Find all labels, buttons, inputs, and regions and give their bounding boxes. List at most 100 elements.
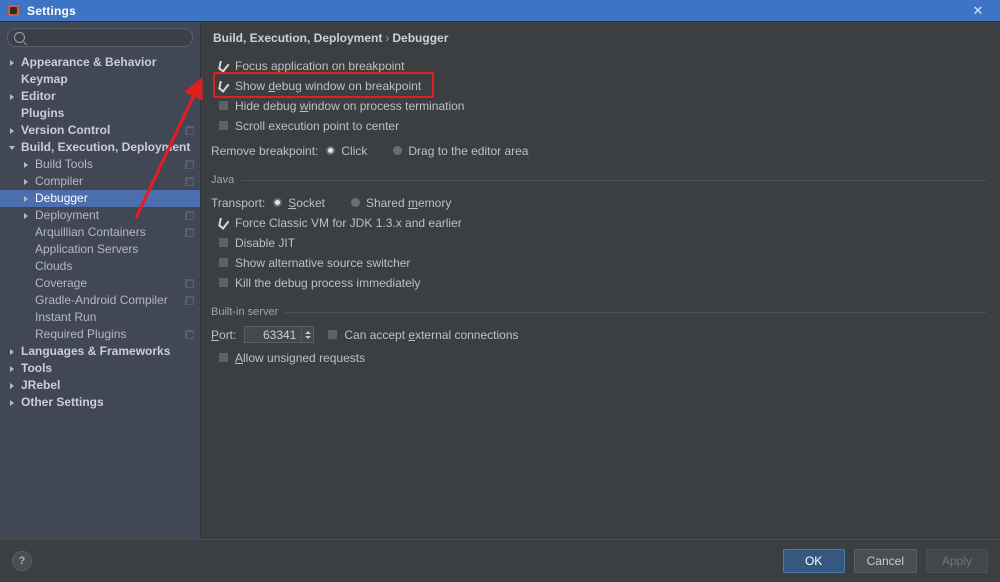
remove-breakpoint-click-label: Click: [341, 144, 367, 158]
sidebar-item-build-execution-deployment[interactable]: Build, Execution, Deployment: [0, 139, 200, 156]
chevron-right-icon[interactable]: [8, 398, 17, 407]
radio-remove-breakpoint-drag[interactable]: [393, 146, 402, 155]
chevron-right-icon[interactable]: [8, 58, 17, 67]
sidebar-item-clouds[interactable]: Clouds: [0, 258, 200, 275]
checkbox-external-connections[interactable]: [328, 330, 337, 339]
java-section-divider: [241, 180, 986, 181]
sidebar-item-plugins[interactable]: Plugins: [0, 105, 200, 122]
settings-tree: Appearance & BehaviorKeymapEditorPlugins…: [0, 52, 200, 539]
chevron-right-icon[interactable]: [22, 160, 31, 169]
search-icon: [14, 32, 25, 43]
search-field[interactable]: [7, 28, 193, 47]
sidebar-item-coverage[interactable]: Coverage: [0, 275, 200, 292]
sidebar-item-debugger[interactable]: Debugger: [0, 190, 200, 207]
sidebar-item-label: Instant Run: [35, 309, 96, 326]
sidebar-item-editor[interactable]: Editor: [0, 88, 200, 105]
external-connections-label: Can accept external connections: [344, 328, 518, 342]
transport-socket-label: Socket: [288, 196, 325, 210]
intellij-icon: [8, 5, 19, 16]
tree-spacer: [22, 245, 31, 254]
sidebar-item-label: Plugins: [21, 105, 64, 122]
transport-row: Transport: Socket Shared memory: [211, 193, 986, 212]
checkbox-show-alternative-source-switcher[interactable]: [219, 258, 228, 267]
checkbox-kill-the-debug-process-immediately[interactable]: [219, 278, 228, 287]
general-option-row: Hide debug window on process termination: [211, 96, 986, 115]
port-row: Port: 63341 Can accept external connecti…: [211, 325, 986, 344]
checkbox-disable-jit[interactable]: [219, 238, 228, 247]
chevron-right-icon[interactable]: [22, 194, 31, 203]
tree-spacer: [22, 296, 31, 305]
tree-spacer: [22, 313, 31, 322]
java-option-label: Force Classic VM for JDK 1.3.x and earli…: [235, 216, 462, 230]
java-option-label: Disable JIT: [235, 236, 295, 250]
java-option-label: Show alternative source switcher: [235, 256, 410, 270]
sidebar-item-tools[interactable]: Tools: [0, 360, 200, 377]
chevron-up-icon[interactable]: [305, 331, 311, 334]
chevron-right-icon[interactable]: [22, 211, 31, 220]
project-scope-icon: [185, 177, 194, 186]
footer-buttons: OK Cancel Apply: [783, 549, 988, 573]
project-scope-icon: [185, 211, 194, 220]
sidebar-item-version-control[interactable]: Version Control: [0, 122, 200, 139]
sidebar-item-label: Tools: [21, 360, 52, 377]
radio-remove-breakpoint-click[interactable]: [326, 146, 335, 155]
sidebar-item-label: Appearance & Behavior: [21, 54, 156, 71]
tree-spacer: [22, 262, 31, 271]
sidebar-item-arquillian-containers[interactable]: Arquillian Containers: [0, 224, 200, 241]
general-option-label: Show debug window on breakpoint: [235, 79, 421, 93]
sidebar-item-keymap[interactable]: Keymap: [0, 71, 200, 88]
chevron-down-icon[interactable]: [305, 336, 311, 339]
sidebar-item-label: Arquillian Containers: [35, 224, 146, 241]
chevron-right-icon[interactable]: [8, 126, 17, 135]
sidebar-item-jrebel[interactable]: JRebel: [0, 377, 200, 394]
java-section-header: Java: [211, 174, 986, 186]
sidebar-item-deployment[interactable]: Deployment: [0, 207, 200, 224]
chevron-right-icon[interactable]: [8, 347, 17, 356]
breadcrumb: Build, Execution, Deployment›Debugger: [213, 31, 986, 45]
sidebar-item-other-settings[interactable]: Other Settings: [0, 394, 200, 411]
sidebar-item-label: Build Tools: [35, 156, 93, 173]
close-icon[interactable]: ✕: [956, 0, 1000, 21]
sidebar-item-compiler[interactable]: Compiler: [0, 173, 200, 190]
radio-transport-shared-memory[interactable]: [351, 198, 360, 207]
port-label: Port:: [211, 328, 236, 342]
checkbox-force-classic-vm-for-jdk-1-3-x-and-earlier[interactable]: [219, 218, 228, 227]
sidebar-item-label: JRebel: [21, 377, 60, 394]
sidebar-item-application-servers[interactable]: Application Servers: [0, 241, 200, 258]
sidebar-item-label: Debugger: [35, 190, 88, 207]
chevron-down-icon[interactable]: [8, 143, 17, 152]
checkbox-scroll-execution-point-to-center[interactable]: [219, 121, 228, 130]
title-bar: Settings ✕: [0, 0, 1000, 22]
sidebar-item-label: Other Settings: [21, 394, 104, 411]
sidebar-item-instant-run[interactable]: Instant Run: [0, 309, 200, 326]
port-stepper-arrows[interactable]: [301, 327, 313, 342]
sidebar-item-appearance-behavior[interactable]: Appearance & Behavior: [0, 54, 200, 71]
tree-spacer: [22, 279, 31, 288]
sidebar-item-label: Compiler: [35, 173, 83, 190]
sidebar-item-label: Gradle-Android Compiler: [35, 292, 168, 309]
checkbox-focus-application-on-breakpoint[interactable]: [219, 61, 228, 70]
chevron-right-icon[interactable]: [8, 364, 17, 373]
builtin-server-divider: [285, 312, 986, 313]
sidebar-item-label: Build, Execution, Deployment: [21, 139, 190, 156]
checkbox-hide-debug-window-on-process-termination[interactable]: [219, 101, 228, 110]
radio-transport-socket[interactable]: [273, 198, 282, 207]
cancel-button[interactable]: Cancel: [854, 549, 917, 573]
search-input[interactable]: [30, 31, 186, 45]
port-stepper[interactable]: 63341: [244, 326, 314, 343]
general-option-label: Hide debug window on process termination: [235, 99, 464, 113]
chevron-right-icon[interactable]: [22, 177, 31, 186]
tree-spacer: [8, 75, 17, 84]
sidebar-item-languages-frameworks[interactable]: Languages & Frameworks: [0, 343, 200, 360]
checkbox-allow-unsigned-requests[interactable]: [219, 353, 228, 362]
sidebar-item-required-plugins[interactable]: Required Plugins: [0, 326, 200, 343]
java-option-label: Kill the debug process immediately: [235, 276, 420, 290]
breadcrumb-current: Debugger: [392, 31, 448, 45]
sidebar-item-build-tools[interactable]: Build Tools: [0, 156, 200, 173]
help-button[interactable]: ?: [12, 551, 32, 571]
ok-button[interactable]: OK: [783, 549, 845, 573]
sidebar-item-gradle-android-compiler[interactable]: Gradle-Android Compiler: [0, 292, 200, 309]
checkbox-show-debug-window-on-breakpoint[interactable]: [219, 81, 228, 90]
chevron-right-icon[interactable]: [8, 381, 17, 390]
chevron-right-icon[interactable]: [8, 92, 17, 101]
